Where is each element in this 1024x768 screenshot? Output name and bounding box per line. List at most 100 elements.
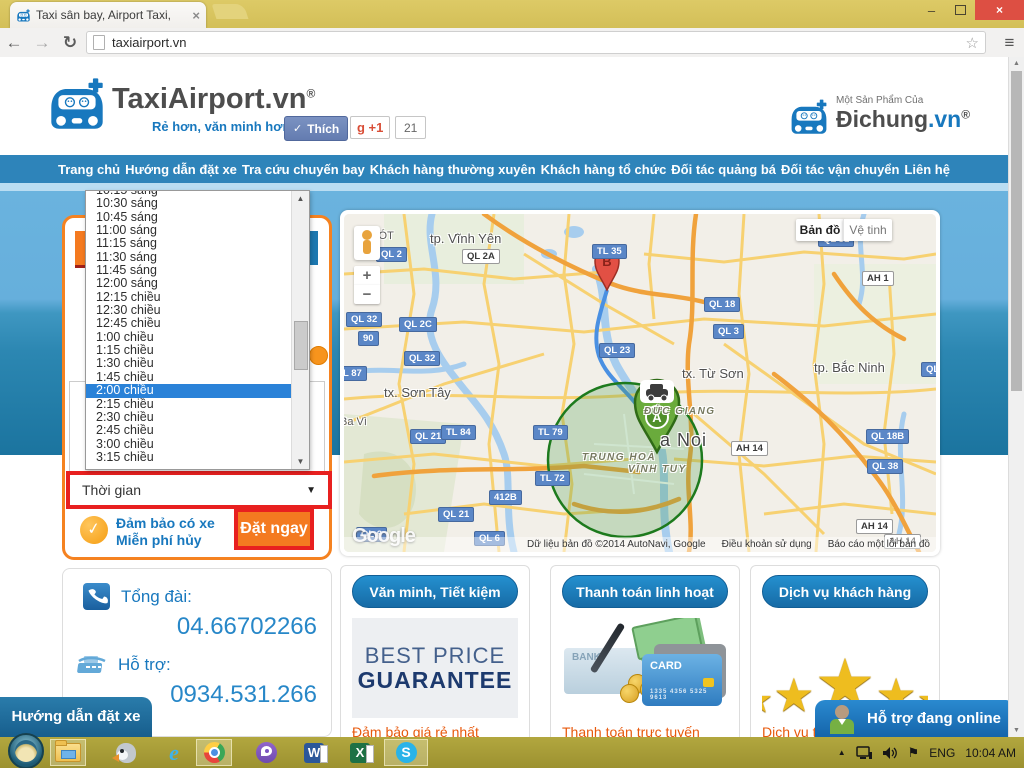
taskbar-bird-app[interactable] <box>108 739 144 766</box>
map-report-link[interactable]: Báo cáo một lỗi bản đồ <box>828 539 930 550</box>
reload-icon[interactable]: ↻ <box>56 33 84 53</box>
taskbar-excel[interactable]: X <box>342 739 378 766</box>
card-chip <box>703 678 714 687</box>
time-option[interactable]: 3:15 chiều <box>86 451 292 464</box>
road-badge: TL 79 <box>533 425 568 440</box>
time-option[interactable]: 1:45 chiều <box>86 371 292 384</box>
restore-button[interactable] <box>946 0 975 20</box>
close-button[interactable]: × <box>975 0 1024 20</box>
time-option[interactable]: 2:30 chiều <box>86 411 292 424</box>
taxiairport-logo-icon[interactable] <box>46 77 108 131</box>
facebook-like-button[interactable]: ✓Thích <box>284 116 348 141</box>
map-zoom-out-button[interactable]: − <box>354 285 380 304</box>
promo-footer-link[interactable]: Thanh toán trực tuyến <box>562 724 700 737</box>
language-indicator[interactable]: ENG <box>929 746 955 760</box>
scroll-down-icon[interactable]: ▼ <box>292 454 309 469</box>
clock[interactable]: 10:04 AM <box>965 746 1016 760</box>
payment-image: BANK CARD 1335 4356 5325 9613 <box>562 618 728 718</box>
site-header: TaxiAirport.vn® Rẻ hơn, văn minh hơn. ✓T… <box>0 57 1008 155</box>
minimize-button[interactable]: – <box>917 0 946 20</box>
address-bar[interactable]: taxiairport.vn ☆ <box>86 31 986 54</box>
taskbar-chrome[interactable] <box>196 739 232 766</box>
chrome-menu-icon[interactable]: ≡ <box>994 33 1024 53</box>
nav-item[interactable]: Khách hàng tổ chức <box>541 162 667 177</box>
time-dropdown[interactable]: 10:15 sáng10:30 sáng10:45 sáng11:00 sáng… <box>85 190 310 470</box>
tray-expand-icon[interactable]: ▲ <box>838 748 846 757</box>
taskbar-viber[interactable] <box>248 739 284 766</box>
taskbar-explorer[interactable] <box>50 739 86 766</box>
volume-icon[interactable] <box>882 746 898 760</box>
time-select[interactable]: Thời gian ▼ <box>66 471 332 509</box>
guide-tab[interactable]: Hướng dẫn đặt xe <box>0 697 152 737</box>
restore-icon <box>955 5 966 15</box>
scrollbar-down-icon[interactable]: ▼ <box>1009 727 1024 734</box>
google-plus-one-button[interactable]: g +1 <box>350 116 390 139</box>
main-navigation: Trang chủ Hướng dẫn đặt xe Tra cứu chuyến … <box>0 155 1008 183</box>
time-option[interactable]: 2:45 chiều <box>86 424 292 437</box>
time-option[interactable]: 11:30 sáng <box>86 251 292 264</box>
action-center-flag-icon[interactable]: ⚑ <box>908 745 920 761</box>
taxiairport-logo-text[interactable]: TaxiAirport.vn® <box>112 83 315 116</box>
nav-item[interactable]: Trang chủ <box>58 162 120 177</box>
chat-widget[interactable]: Hỗ trợ đang online <box>815 700 1010 737</box>
street-view-control[interactable] <box>354 226 380 260</box>
promo-header: Thanh toán linh hoạt <box>562 575 728 608</box>
map-canvas[interactable]: B A QL 2QL 2ATL <box>344 214 936 552</box>
taskbar-skype[interactable]: S <box>384 739 428 766</box>
time-option[interactable]: 2:00 chiều <box>86 384 292 397</box>
page-scrollbar[interactable]: ▲ ▼ <box>1008 57 1024 737</box>
hotline-number[interactable]: 04.66702266 <box>177 613 317 641</box>
nav-item[interactable]: Hướng dẫn đặt xe <box>125 162 237 177</box>
time-option[interactable]: 12:00 sáng <box>86 277 292 290</box>
scroll-up-icon[interactable]: ▲ <box>292 191 309 206</box>
time-option[interactable]: 11:45 sáng <box>86 264 292 277</box>
bookmark-star-icon[interactable]: ☆ <box>966 34 979 52</box>
time-option[interactable]: 1:30 chiều <box>86 357 292 370</box>
time-option[interactable]: 12:45 chiều <box>86 317 292 330</box>
nav-item[interactable]: Khách hàng thường xuyên <box>370 162 536 177</box>
promo-footer-link[interactable]: Đảm bảo giá rẻ nhất <box>352 724 479 737</box>
start-button[interactable] <box>8 733 44 768</box>
bird-icon <box>116 743 136 763</box>
support-number[interactable]: 0934.531.266 <box>170 681 317 709</box>
map-label: VĨNH TUY <box>628 464 687 475</box>
new-tab-button[interactable] <box>212 4 249 19</box>
scrollbar-thumb[interactable] <box>1011 71 1022 391</box>
network-icon[interactable] <box>856 746 872 760</box>
time-option[interactable]: 12:15 chiều <box>86 291 292 304</box>
time-option[interactable]: 3:00 chiều <box>86 438 292 451</box>
nav-item[interactable]: Đối tác vận chuyển <box>781 162 899 177</box>
time-option[interactable]: 11:00 sáng <box>86 224 292 237</box>
time-option[interactable]: 1:00 chiều <box>86 331 292 344</box>
promo-footer-link[interactable]: Dịch vụ ti <box>762 724 820 737</box>
back-icon[interactable]: ← <box>0 33 28 53</box>
satellite-type-button[interactable]: Vệ tinh <box>843 219 892 241</box>
taskbar-word[interactable]: W <box>296 739 332 766</box>
map-type-button[interactable]: Bản đồ <box>796 219 844 241</box>
map-terms-link[interactable]: Điều khoản sử dụng <box>722 539 812 550</box>
promo-box-payment: Thanh toán linh hoạt BANK CARD 1335 4356… <box>550 565 740 737</box>
url-text[interactable]: taxiairport.vn <box>112 35 966 50</box>
road-badge: L 87 <box>344 366 367 381</box>
time-option[interactable]: 11:15 sáng <box>86 237 292 250</box>
dropdown-scroll-thumb[interactable] <box>294 321 308 370</box>
tab-close-icon[interactable]: × <box>192 8 200 23</box>
book-now-button[interactable]: Đặt ngay <box>234 508 314 550</box>
time-option[interactable]: 2:15 chiều <box>86 398 292 411</box>
time-option[interactable]: 10:45 sáng <box>86 211 292 224</box>
map-zoom-in-button[interactable]: + <box>354 266 380 285</box>
swap-locations-icon[interactable] <box>309 346 328 365</box>
dropdown-scrollbar[interactable]: ▲ ▼ <box>291 191 309 469</box>
scrollbar-up-icon[interactable]: ▲ <box>1009 60 1024 67</box>
time-option[interactable]: 1:15 chiều <box>86 344 292 357</box>
taskbar-internet-explorer[interactable]: e <box>156 739 192 766</box>
nav-item[interactable]: Tra cứu chuyến bay <box>242 162 365 177</box>
browser-tab[interactable]: Taxi sân bay, Airport Taxi, × <box>10 2 206 28</box>
forward-icon[interactable]: → <box>28 33 56 53</box>
time-option[interactable]: 12:30 chiều <box>86 304 292 317</box>
dichung-logo[interactable]: Một Sản Phẩm Của Đichung.vn® <box>788 91 1008 141</box>
nav-item[interactable]: Đối tác quảng bá <box>671 162 776 177</box>
time-option[interactable]: 10:30 sáng <box>86 197 292 210</box>
support-avatar <box>827 704 857 734</box>
nav-item[interactable]: Liên hệ <box>904 162 950 177</box>
